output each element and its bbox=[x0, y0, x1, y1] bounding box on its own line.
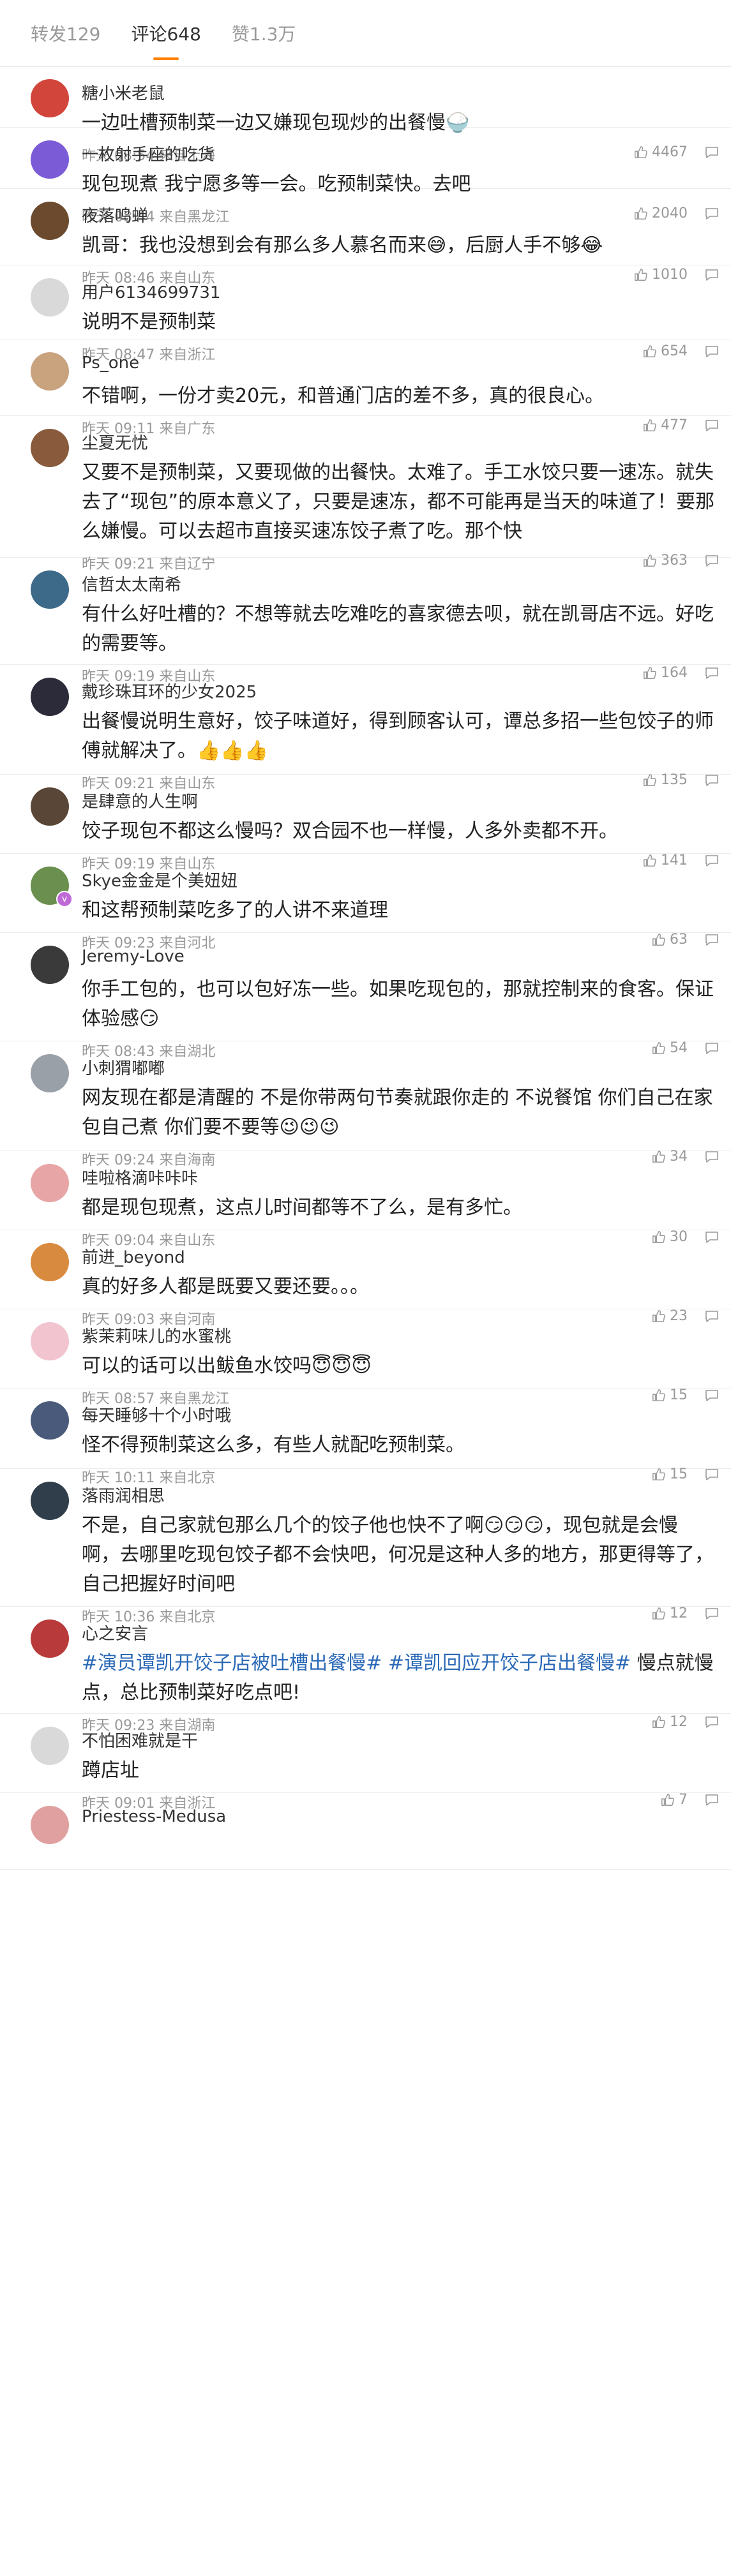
comment-author[interactable]: 是肆意的人生啊 bbox=[82, 789, 198, 812]
comment-text: 有什么好吐槽的？不想等就去吃难吃的喜家德去呗，就在凯哥店不远。好吃的需要等。 bbox=[82, 603, 714, 655]
comment-item: 糖小米老鼠 一边吐槽预制菜一边又嫌现包现炒的出餐慢🍚 昨天 08:54 来自上海 44… bbox=[0, 66, 731, 164]
comment-text: 蹲店址 bbox=[82, 1759, 139, 1782]
comment-item: 一枚射手座的吃货 现包现煮 我宁愿多等一会。吃预制菜快。去吧 昨天 08:44 来自… bbox=[0, 128, 731, 225]
avatar[interactable] bbox=[31, 678, 69, 716]
comment-item: Priestess-Medusa bbox=[0, 1793, 731, 1870]
comment-text: 和这帮预制菜吃多了的人讲不来道理 bbox=[82, 899, 388, 921]
comment-author[interactable]: 落雨润相思 bbox=[82, 1483, 165, 1507]
avatar[interactable] bbox=[31, 1243, 69, 1281]
comment-author[interactable]: 每天睡够十个小时哦 bbox=[82, 1403, 231, 1426]
comment-author[interactable]: 夜落鸣蝉 bbox=[82, 203, 148, 227]
comment-text: 怪不得预制菜这么多，有些人就配吃预制菜。 bbox=[82, 1434, 465, 1456]
comment-author[interactable]: 心之安言 bbox=[82, 1621, 148, 1644]
tab-bar: 转发129 评论648 赞1.3万 bbox=[0, 0, 731, 67]
comment-item: 落雨润相思不是，自己家就包那么几个的饺子他也快不了啊😏😏😏，现包就是会慢啊，去哪… bbox=[0, 1469, 731, 1625]
avatar[interactable] bbox=[31, 787, 69, 826]
avatar[interactable] bbox=[31, 429, 69, 467]
comment-author[interactable]: 哇啦格滴咔咔咔 bbox=[82, 1165, 198, 1189]
avatar[interactable] bbox=[31, 1806, 69, 1844]
avatar[interactable] bbox=[31, 1482, 69, 1520]
comment-item: 前进_beyond 真的好多人都是既要又要还要。。。 昨天 09:03 来自河南 23 bbox=[0, 1230, 731, 1328]
comment-item: 用户6134699731 说明不是预制菜 昨天 08:47 来自浙江 654 bbox=[0, 265, 731, 363]
avatar[interactable] bbox=[31, 1164, 69, 1202]
comment-item: 尘夏无忧又要不是预制菜，又要现做的出餐快。太难了。手工水饺只要一速冻。就失去了“… bbox=[0, 416, 731, 572]
comment-text: 可以的话可以出鲅鱼水饺吗😇😇😇 bbox=[82, 1355, 372, 1377]
comment-item: 信哲太太南希有什么好吐槽的？不想等就去吃难吃的喜家德去呗，就在凯哥店不远。好吃的… bbox=[0, 558, 731, 685]
comment-author[interactable]: Priestess-Medusa bbox=[82, 1807, 226, 1826]
avatar[interactable] bbox=[31, 1054, 69, 1092]
avatar[interactable] bbox=[31, 352, 69, 391]
comment-text: 说明不是预制菜 bbox=[82, 311, 216, 333]
avatar[interactable] bbox=[31, 278, 69, 316]
comment-author[interactable]: 前进_beyond bbox=[82, 1244, 185, 1268]
comment-panel: 转发129 评论648 赞1.3万 糖小米老鼠 一边吐槽预制菜一边又嫌现包现炒的出… bbox=[0, 0, 731, 2576]
comment-author[interactable]: 戴珍珠耳环的少女2025 bbox=[82, 679, 257, 703]
avatar[interactable] bbox=[31, 1727, 69, 1765]
comment-author[interactable]: 信哲太太南希 bbox=[82, 572, 181, 595]
comment-text: 都是现包现煮，这点儿时间都等不了么，是有多忙。 bbox=[82, 1196, 522, 1219]
avatar[interactable] bbox=[31, 946, 69, 984]
comment-text: 凯哥：我也没想到会有那么多人慕名而来😅，后厨人手不够😂 bbox=[82, 234, 603, 257]
comment-author[interactable]: 不怕困难就是干 bbox=[82, 1728, 198, 1752]
comment-author[interactable]: 尘夏无忧 bbox=[82, 430, 148, 454]
tab-likes[interactable]: 赞1.3万 bbox=[232, 6, 296, 60]
comment-author[interactable]: 小刺猬嘟嘟 bbox=[82, 1055, 165, 1079]
comment-author[interactable]: 一枚射手座的吃货 bbox=[82, 142, 215, 165]
comment-text-segment bbox=[382, 1652, 388, 1674]
comment-item: 哇啦格滴咔咔咔 都是现包现煮，这点儿时间都等不了么，是有多忙。 昨天 09:04 来… bbox=[0, 1151, 731, 1249]
comment-item: Jeremy-Love 你手工包的，也可以包好冻一些。如果吃现包的，那就控制来的食… bbox=[0, 933, 731, 1060]
comment-text: #演员谭凯开饺子店被吐槽出餐慢# #谭凯回应开饺子店出餐慢# 慢点就慢点，总比预… bbox=[82, 1649, 716, 1708]
comment-item: 是肆意的人生啊 饺子现包不都这么慢吗？双合园不也一样慢，人多外卖都不开。 昨天 09… bbox=[0, 775, 731, 872]
avatar[interactable] bbox=[31, 140, 69, 179]
comment-author[interactable]: 用户6134699731 bbox=[82, 279, 220, 303]
avatar[interactable] bbox=[31, 202, 69, 240]
comment-author[interactable]: 糖小米老鼠 bbox=[82, 80, 165, 104]
comment-author[interactable]: Skye金金是个美妞妞 bbox=[82, 868, 237, 891]
comment-text: 网友现在都是清醒的 不是你带两句节奏就跟你走的 不说餐馆 你们自己在家包自己煮 … bbox=[82, 1087, 713, 1138]
comment-item: 小刺猬嘟嘟网友现在都是清醒的 不是你带两句节奏就跟你走的 不说餐馆 你们自己在家… bbox=[0, 1041, 731, 1168]
tab-reposts[interactable]: 转发129 bbox=[31, 6, 100, 60]
comment-text: 不是，自己家就包那么几个的饺子他也快不了啊😏😏😏，现包就是会慢啊，去哪里吃现包饺… bbox=[82, 1514, 714, 1595]
comment-item: 戴珍珠耳环的少女2025 出餐慢说明生意好，饺子味道好，得到顾客认可，谭总多招一些… bbox=[0, 665, 731, 792]
avatar[interactable] bbox=[31, 1401, 69, 1440]
avatar[interactable] bbox=[31, 570, 69, 609]
comment-author[interactable]: 紫茉莉味儿的水蜜桃 bbox=[82, 1323, 231, 1347]
comment-item: 夜落鸣蝉 凯哥：我也没想到会有那么多人慕名而来😅，后厨人手不够😂 昨天 08:46 … bbox=[0, 189, 731, 287]
comment-item: 紫茉莉味儿的水蜜桃 可以的话可以出鲅鱼水饺吗😇😇😇 昨天 08:57 来自黑龙江 15 bbox=[0, 1309, 731, 1407]
topic-link[interactable]: #谭凯回应开饺子店出餐慢# bbox=[388, 1652, 631, 1674]
comment-text: 又要不是预制菜，又要现做的出餐快。太难了。手工水饺只要一速冻。就失去了“现包”的… bbox=[82, 461, 715, 542]
comment-text: 你手工包的，也可以包好冻一些。如果吃现包的，那就控制来的食客。保证体验感😏 bbox=[82, 978, 714, 1030]
avatar[interactable] bbox=[31, 1619, 69, 1658]
comment-item: Ps_one 不错啊，一份才卖20元，和普通门店的差不多，真的很良心。 昨天 09:… bbox=[0, 339, 731, 437]
tab-comments[interactable]: 评论648 bbox=[131, 6, 200, 60]
comment-item: v Skye金金是个美妞妞 和这帮预制菜吃多了的人讲不来道理 昨天 09:23 来自河… bbox=[0, 854, 731, 951]
topic-link[interactable]: #演员谭凯开饺子店被吐槽出餐慢# bbox=[82, 1652, 382, 1674]
comment-text: 不错啊，一份才卖20元，和普通门店的差不多，真的很良心。 bbox=[82, 385, 605, 407]
avatar[interactable] bbox=[31, 1322, 69, 1360]
comment-author[interactable]: Ps_one bbox=[82, 354, 139, 373]
comment-text: 真的好多人都是既要又要还要。。。 bbox=[82, 1276, 369, 1298]
comment-author[interactable]: Jeremy-Love bbox=[82, 947, 185, 966]
comment-text: 出餐慢说明生意好，饺子味道好，得到顾客认可，谭总多招一些包饺子的师傅就解决了。👍… bbox=[82, 710, 714, 762]
comment-item: 不怕困难就是干 蹲店址 昨天 09:01 来自浙江 7 bbox=[0, 1714, 731, 1812]
avatar[interactable] bbox=[31, 79, 69, 117]
comment-item: 心之安言 #演员谭凯开饺子店被吐槽出餐慢# #谭凯回应开饺子店出餐慢# 慢点就慢点… bbox=[0, 1607, 731, 1734]
comment-text: 饺子现包不都这么慢吗？双合园不也一样慢，人多外卖都不开。 bbox=[82, 820, 618, 842]
verified-badge-icon: v bbox=[56, 891, 73, 907]
comment-item: 每天睡够十个小时哦 怪不得预制菜这么多，有些人就配吃预制菜。 昨天 10:11 来自… bbox=[0, 1389, 731, 1486]
